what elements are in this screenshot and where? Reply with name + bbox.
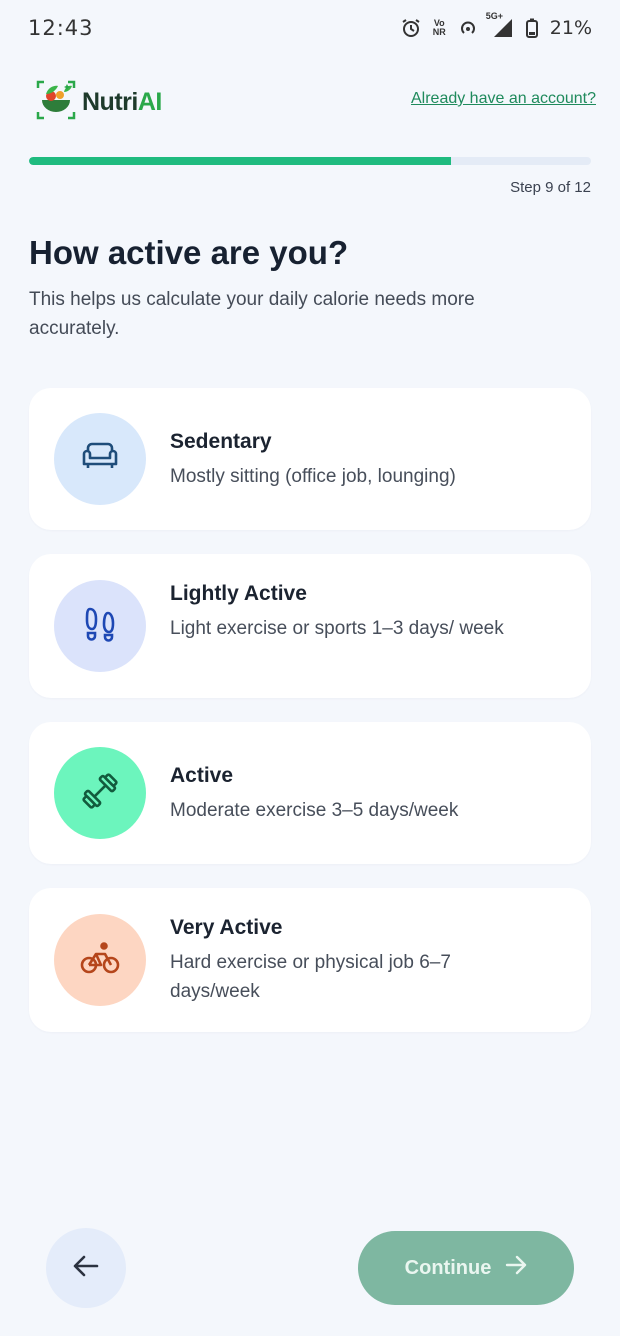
dumbbell-icon <box>80 771 120 816</box>
hotspot-icon <box>458 18 478 38</box>
page-title: How active are you? <box>29 234 349 271</box>
status-icons: Vo NR 5G+ 21% <box>401 12 592 39</box>
back-button[interactable] <box>46 1228 126 1308</box>
battery-percent: 21% <box>549 17 592 39</box>
option-text: Very Active Hard exercise or physical jo… <box>170 916 530 1006</box>
continue-label: Continue <box>404 1256 492 1279</box>
progress-bar <box>29 157 591 165</box>
option-text: Lightly Active Light exercise or sports … <box>170 582 530 643</box>
option-active[interactable]: Active Moderate exercise 3–5 days/week <box>29 722 591 864</box>
volte-bottom-label: NR <box>432 27 446 37</box>
volte-indicator: Vo NR <box>433 19 446 37</box>
option-title: Active <box>170 764 234 787</box>
logo-text-ai: AI <box>137 88 163 116</box>
arrow-left-icon <box>73 1254 99 1283</box>
page-subtitle: This helps us calculate your daily calor… <box>29 289 475 339</box>
option-icon-circle <box>54 747 146 839</box>
option-description: Light exercise or sports 1–3 days/ week <box>170 618 504 639</box>
option-icon-circle <box>54 580 146 672</box>
app-logo: NutriAI <box>34 78 162 127</box>
option-very-active[interactable]: Very Active Hard exercise or physical jo… <box>29 888 591 1032</box>
option-title: Sedentary <box>170 430 272 453</box>
option-description: Mostly sitting (office job, lounging) <box>170 466 456 487</box>
status-time: 12:43 <box>28 16 94 40</box>
status-bar: 12:43 Vo NR 5G+ 21% <box>0 0 620 56</box>
option-title: Very Active <box>170 916 283 939</box>
sofa-icon <box>80 440 120 479</box>
option-icon-circle <box>54 914 146 1006</box>
leaf-bowl-logo-icon <box>34 78 78 127</box>
arrow-right-icon <box>505 1255 527 1281</box>
battery-icon <box>525 18 538 38</box>
progress-fill <box>29 157 451 165</box>
option-sedentary[interactable]: Sedentary Mostly sitting (office job, lo… <box>29 388 591 530</box>
option-title: Lightly Active <box>170 582 307 605</box>
logo-wordmark: NutriAI <box>82 88 162 117</box>
option-icon-circle <box>54 413 146 505</box>
option-description: Hard exercise or physical job 6–7 days/w… <box>170 952 451 1002</box>
option-lightly-active[interactable]: Lightly Active Light exercise or sports … <box>29 554 591 698</box>
option-text: Active Moderate exercise 3–5 days/week <box>170 764 530 825</box>
step-counter: Step 9 of 12 <box>510 179 591 196</box>
signal-icon: 5G+ <box>486 12 514 39</box>
logo-text-nutri: Nutri <box>82 88 138 116</box>
footprints-icon <box>81 605 119 648</box>
option-text: Sedentary Mostly sitting (office job, lo… <box>170 430 530 491</box>
alarm-icon <box>401 18 421 38</box>
network-type: 5G+ <box>485 11 504 21</box>
signin-link[interactable]: Already have an account? <box>411 90 596 108</box>
option-description: Moderate exercise 3–5 days/week <box>170 800 459 821</box>
continue-button[interactable]: Continue <box>358 1231 574 1305</box>
bicycle-icon <box>80 940 120 981</box>
